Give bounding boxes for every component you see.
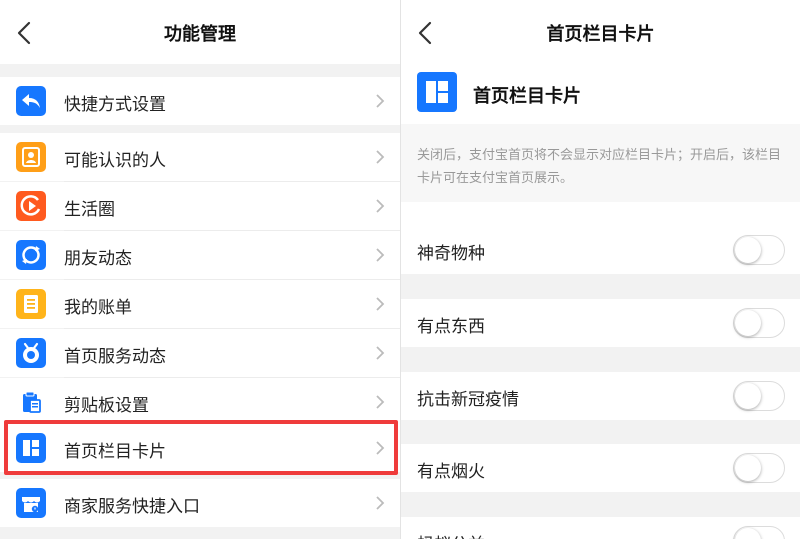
layout-card-icon — [16, 433, 46, 463]
chevron-right-icon — [374, 247, 386, 263]
toggle-switch[interactable] — [733, 235, 785, 265]
chevron-right-icon — [374, 198, 386, 214]
description-text: 关闭后，支付宝首页将不会显示对应栏目卡片；开启后，该栏目卡片可在支付宝首页展示。 — [417, 148, 782, 186]
chevron-right-icon — [374, 345, 386, 361]
toggle-row-something-interesting: 有点东西 — [401, 299, 800, 347]
circle-arrows-icon — [16, 240, 46, 270]
toggle-knob — [735, 383, 761, 409]
reply-icon — [16, 86, 46, 116]
toggle-switch[interactable] — [733, 453, 785, 483]
chevron-right-icon — [374, 495, 386, 511]
menu-item-friend-updates[interactable]: 朋友动态 — [0, 231, 400, 279]
left-navbar: 功能管理 — [0, 0, 400, 64]
home-column-cards-panel: 首页栏目卡片 首页栏目卡片 关闭后，支付宝首页将不会显示对应栏目卡片；开启后，该… — [400, 0, 800, 539]
toggle-label: 神奇物种 — [417, 244, 485, 264]
toggle-knob — [735, 310, 761, 336]
clipboard-icon — [16, 387, 46, 417]
menu-item-label: 生活圈 — [64, 200, 115, 220]
play-circle-icon — [16, 191, 46, 221]
page-title: 首页栏目卡片 — [546, 24, 655, 45]
toggle-knob — [735, 455, 761, 481]
menu-item-life-circle[interactable]: 生活圈 — [0, 182, 400, 230]
menu-item-label: 快捷方式设置 — [64, 95, 166, 115]
toggle-row-fight-covid: 抗击新冠疫情 — [401, 372, 800, 420]
bill-list-icon — [16, 289, 46, 319]
layout-card-icon — [417, 72, 457, 112]
toggle-label: 蚂蚁公益 — [417, 530, 485, 539]
menu-item-label: 剪贴板设置 — [64, 396, 149, 416]
chevron-right-icon — [374, 394, 386, 410]
menu-item-my-bill[interactable]: 我的账单 — [0, 280, 400, 328]
toggle-label: 有点东西 — [417, 317, 485, 337]
toggle-knob — [735, 528, 761, 539]
chevron-right-icon — [374, 149, 386, 165]
menu-item-label: 商家服务快捷入口 — [64, 497, 200, 517]
toggle-label: 有点烟火 — [417, 462, 485, 482]
toggle-label: 抗击新冠疫情 — [417, 390, 519, 410]
menu-item-label: 我的账单 — [64, 298, 132, 318]
toggle-switch[interactable] — [733, 526, 785, 539]
menu-item-home-column-cards[interactable]: 首页栏目卡片 — [0, 424, 400, 472]
contact-card-icon — [16, 142, 46, 172]
storefront-icon — [16, 488, 46, 518]
function-management-panel: 功能管理 快捷方式设置 可能认识的人 生活圈 朋友动态 我的账单 首页服务动态 … — [0, 0, 400, 539]
menu-item-label: 朋友动态 — [64, 249, 132, 269]
chevron-right-icon — [374, 440, 386, 456]
chevron-right-icon — [374, 93, 386, 109]
toggle-row-fireworks: 有点烟火 — [401, 444, 800, 492]
page-title: 功能管理 — [164, 24, 236, 45]
menu-item-label: 首页服务动态 — [64, 347, 166, 367]
toggle-row-magic-species: 神奇物种 — [401, 226, 800, 274]
menu-item-people-you-may-know[interactable]: 可能认识的人 — [0, 133, 400, 181]
menu-item-home-service-updates[interactable]: 首页服务动态 — [0, 329, 400, 377]
toggle-switch[interactable] — [733, 308, 785, 338]
menu-item-label: 可能认识的人 — [64, 151, 166, 171]
service-bell-icon — [16, 338, 46, 368]
toggle-knob — [735, 237, 761, 263]
menu-item-label: 首页栏目卡片 — [64, 442, 166, 462]
card-header-title: 首页栏目卡片 — [473, 86, 581, 107]
menu-item-merchant-shortcut[interactable]: 商家服务快捷入口 — [0, 479, 400, 527]
chevron-right-icon — [374, 296, 386, 312]
toggle-switch[interactable] — [733, 381, 785, 411]
screen: 功能管理 快捷方式设置 可能认识的人 生活圈 朋友动态 我的账单 首页服务动态 … — [0, 0, 800, 539]
right-navbar: 首页栏目卡片 — [401, 0, 800, 64]
toggle-row-ant-charity: 蚂蚁公益 — [401, 517, 800, 539]
menu-item-clipboard-settings[interactable]: 剪贴板设置 — [0, 378, 400, 426]
menu-item-shortcut-settings[interactable]: 快捷方式设置 — [0, 77, 400, 125]
